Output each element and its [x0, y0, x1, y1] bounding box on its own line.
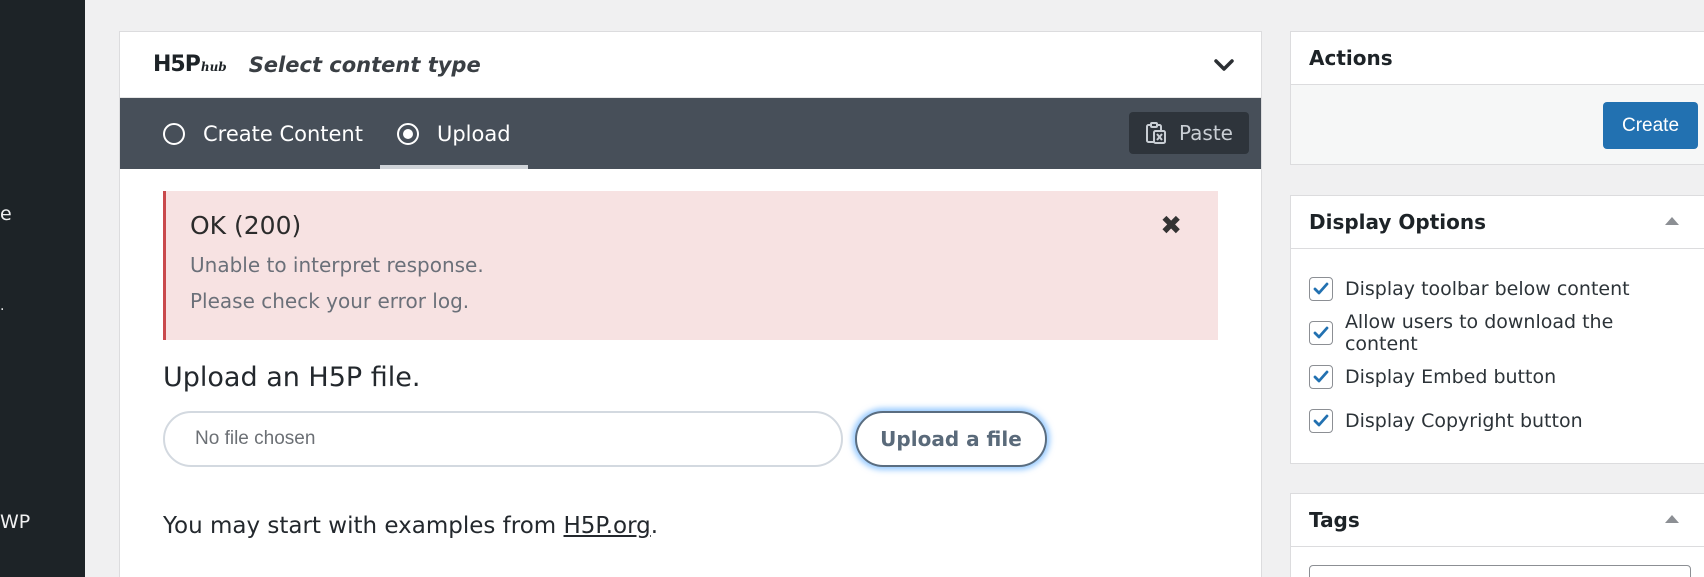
tab-label: Create Content: [203, 121, 363, 146]
alert-message: Unable to interpret response.: [190, 253, 484, 277]
file-input[interactable]: No file chosen: [163, 411, 843, 467]
tab-create-content[interactable]: Create Content: [146, 98, 380, 169]
tags-input[interactable]: [1309, 565, 1691, 577]
tab-upload[interactable]: Upload: [379, 98, 528, 169]
actions-body: Create: [1291, 85, 1704, 164]
option-label: Display toolbar below content: [1345, 278, 1630, 300]
hub-header[interactable]: H5P hub Select content type: [120, 32, 1261, 98]
checkbox-checked-icon[interactable]: [1309, 409, 1333, 433]
collapse-arrow-icon[interactable]: [1665, 515, 1679, 523]
tab-label: Upload: [436, 121, 511, 146]
upload-heading: Upload an H5P file.: [163, 362, 421, 393]
option-row[interactable]: Display Copyright button: [1309, 399, 1691, 443]
tags-title: Tags: [1309, 508, 1360, 532]
collapse-arrow-icon[interactable]: [1665, 217, 1679, 225]
upload-content: OK (200) Unable to interpret response. P…: [120, 169, 1261, 539]
display-options-title: Display Options: [1309, 210, 1487, 234]
close-icon[interactable]: ✖: [1160, 211, 1182, 241]
logo-sub: hub: [200, 60, 227, 74]
option-label: Allow users to download the content: [1344, 311, 1614, 355]
error-alert: OK (200) Unable to interpret response. P…: [163, 191, 1218, 340]
logo-main: H5P: [153, 52, 201, 77]
radio-checked-icon: [396, 122, 419, 145]
radio-icon: [163, 122, 185, 145]
paste-button[interactable]: Paste: [1129, 112, 1249, 154]
display-options-header[interactable]: Display Options: [1291, 196, 1704, 249]
tags-panel: Tags: [1290, 493, 1704, 577]
upload-file-button[interactable]: Upload a file: [855, 411, 1047, 467]
option-row[interactable]: Allow users to download the content: [1309, 311, 1691, 355]
checkbox-checked-icon[interactable]: [1309, 321, 1333, 345]
actions-panel: Actions Create: [1290, 31, 1704, 165]
examples-prefix: You may start with examples from: [163, 513, 564, 539]
sidebar-fragment[interactable]: WP: [0, 511, 30, 533]
examples-suffix: .: [650, 513, 659, 539]
checkbox-checked-icon[interactable]: [1309, 277, 1333, 301]
upload-row: No file chosen Upload a file: [163, 411, 1218, 467]
h5p-hub-panel: H5P hub Select content type Create Conte…: [119, 31, 1262, 577]
clipboard-icon: [1146, 122, 1166, 144]
alert-message: Please check your error log.: [190, 289, 470, 313]
actions-panel-title: Actions: [1291, 32, 1704, 85]
create-button[interactable]: Create: [1603, 102, 1698, 149]
chevron-down-icon[interactable]: [1209, 50, 1239, 80]
hub-tabbar: Create Content Upload Paste: [120, 98, 1261, 169]
sidebar-fragment[interactable]: e: [0, 203, 12, 225]
h5p-org-link[interactable]: H5P.org: [564, 513, 651, 539]
checkbox-checked-icon[interactable]: [1309, 365, 1333, 389]
tags-header[interactable]: Tags: [1291, 494, 1704, 547]
option-label: Display Copyright button: [1345, 410, 1583, 432]
admin-sidebar: e . WP: [0, 0, 85, 577]
option-row[interactable]: Display Embed button: [1309, 355, 1691, 399]
option-row[interactable]: Display toolbar below content: [1309, 267, 1691, 311]
h5p-hub-logo: H5P hub: [153, 52, 227, 77]
display-options-panel: Display Options Display toolbar below co…: [1290, 195, 1704, 464]
sidebar-fragment[interactable]: .: [0, 298, 4, 314]
alert-title: OK (200): [190, 211, 302, 240]
display-options-list: Display toolbar below content Allow user…: [1291, 249, 1704, 443]
option-label: Display Embed button: [1345, 366, 1557, 388]
examples-text: You may start with examples from H5P.org…: [163, 513, 1218, 539]
paste-label: Paste: [1179, 121, 1233, 145]
hub-title: Select content type: [248, 52, 481, 77]
